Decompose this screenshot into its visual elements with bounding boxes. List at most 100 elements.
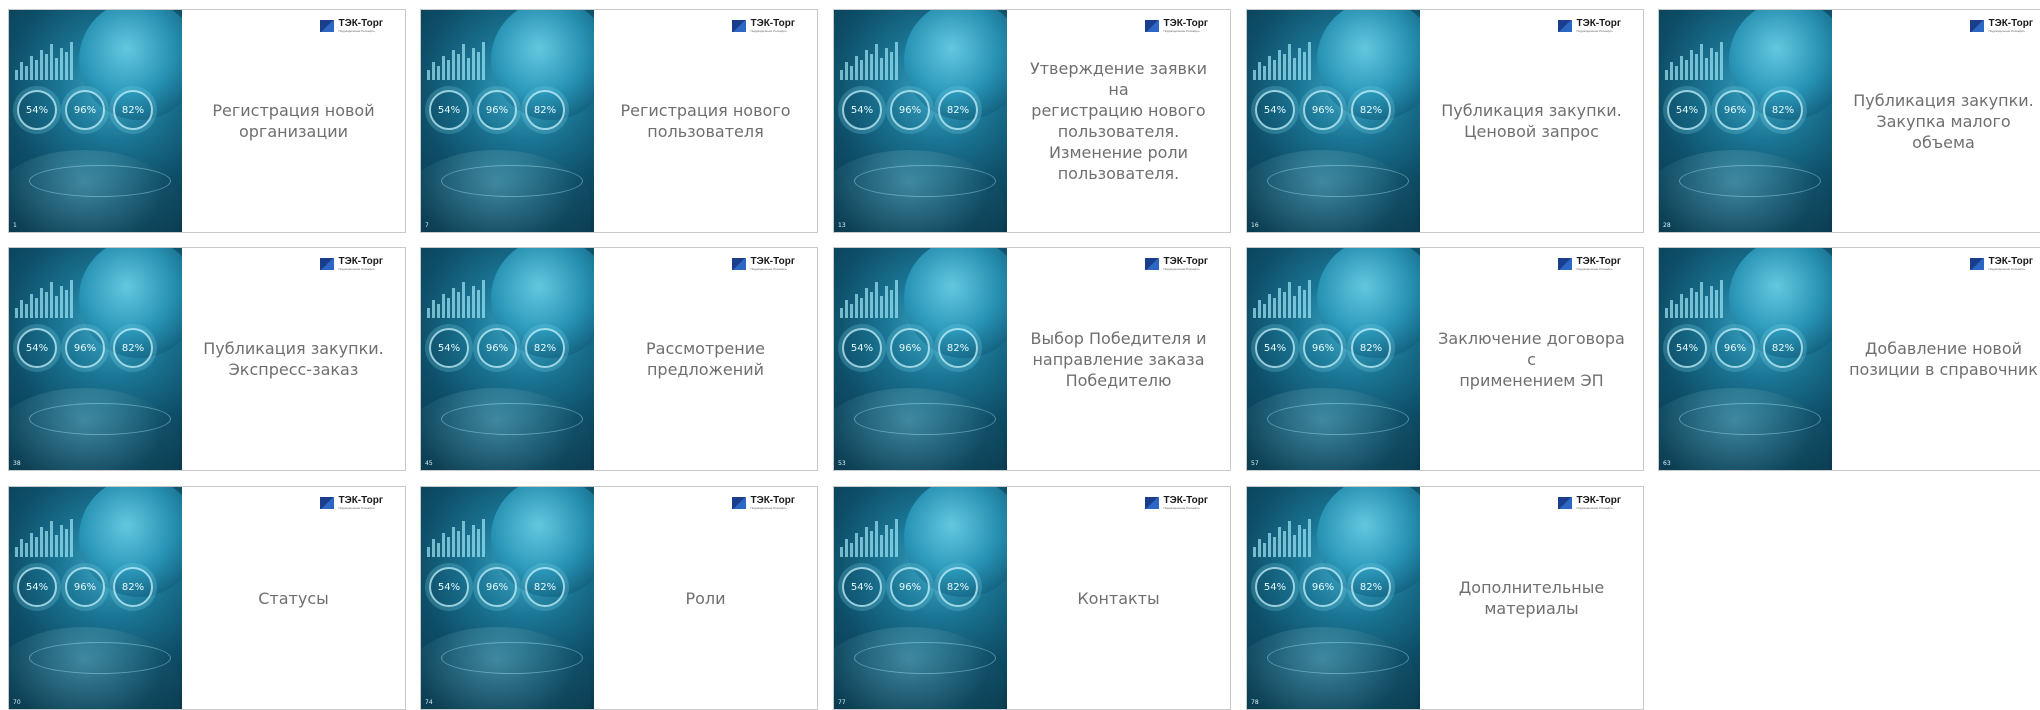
dial-gauge: 54% xyxy=(842,567,882,607)
slide-cover-image: 54% 96% 82% 45 xyxy=(421,248,594,470)
slide-cover-image: 54% 96% 82% 74 xyxy=(421,487,594,709)
brand-name: ТЭК-Торг xyxy=(1988,256,2033,267)
brand-tagline: Подразделение Роснефть xyxy=(1163,29,1200,33)
brand-logo-icon xyxy=(1145,258,1160,270)
dial-gauge: 54% xyxy=(1667,90,1707,130)
slide-thumbnail[interactable]: 54% 96% 82% 28 ТЭК-Торг Подразделение Роснефт… xyxy=(1658,9,2040,233)
brand-logo: ТЭК-Торг Подразделение Роснефть xyxy=(1558,19,1621,33)
bar-graphic-item xyxy=(885,525,888,557)
brand-logo-icon xyxy=(732,497,747,509)
bar-graphic-item xyxy=(885,48,888,80)
dial-gauge: 54% xyxy=(1667,328,1707,368)
bar-graphic-item xyxy=(1695,292,1698,318)
ripple-graphic xyxy=(1267,642,1409,674)
bar-graphic-item xyxy=(1298,286,1301,318)
slide-number: 63 xyxy=(1663,460,1671,467)
dial-gauge: 96% xyxy=(1303,567,1343,607)
bar-graphic-item xyxy=(1293,58,1296,80)
bar-graphic xyxy=(15,278,75,318)
bar-graphic xyxy=(1253,278,1313,318)
slide-cover-image: 54% 96% 82% 16 xyxy=(1247,10,1420,232)
brand-tagline: Подразделение Роснефть xyxy=(1988,29,2025,33)
bar-graphic-item xyxy=(1288,521,1291,557)
slide-thumbnail[interactable]: 54% 96% 82% 38 ТЭК-Торг Подразделение Роснефт… xyxy=(8,247,406,471)
bar-graphic-item xyxy=(467,296,470,318)
dial-gauge: 54% xyxy=(429,567,469,607)
bar-graphic-item xyxy=(442,56,445,80)
brand-tagline: Подразделение Роснефть xyxy=(338,29,375,33)
bar-graphic-item xyxy=(1258,300,1261,318)
dial-gauge: 96% xyxy=(1715,328,1755,368)
bar-graphic-item xyxy=(70,280,73,318)
ripple-graphic xyxy=(854,642,996,674)
dial-gauge: 82% xyxy=(938,567,978,607)
bar-graphic-item xyxy=(65,52,68,80)
bar-graphic-item xyxy=(427,308,430,318)
bar-graphic-item xyxy=(1283,292,1286,318)
bar-graphic-item xyxy=(1705,296,1708,318)
slide-title: Регистрация нового пользователя xyxy=(620,101,791,141)
ripple-graphic xyxy=(1267,165,1409,197)
bar-graphic-item xyxy=(482,519,485,557)
slide-title: Заключение договора с применением ЭП xyxy=(1438,328,1625,390)
brand-logo: ТЭК-Торг Подразделение Роснефть xyxy=(320,257,383,271)
slide-thumbnail[interactable]: 54% 96% 82% 77 ТЭК-Торг Подразделение Роснефт… xyxy=(833,486,1231,710)
bar-graphic-item xyxy=(482,42,485,80)
slide-thumbnail[interactable]: 54% 96% 82% 1 ТЭК-Торг Подразделение Роснефть… xyxy=(8,9,406,233)
slide-title: Публикация закупки. Закупка малого объем… xyxy=(1853,90,2034,152)
brand-tagline: Подразделение Роснефть xyxy=(750,506,787,510)
slide-thumbnail[interactable]: 54% 96% 82% 53 ТЭК-Торг Подразделение Роснефт… xyxy=(833,247,1231,471)
brand-name: ТЭК-Торг xyxy=(1576,256,1621,267)
brand-name: ТЭК-Торг xyxy=(1576,495,1621,506)
slide-thumbnail[interactable]: 54% 96% 82% 45 ТЭК-Торг Подразделение Роснефт… xyxy=(420,247,818,471)
slide-thumbnail[interactable]: 54% 96% 82% 74 ТЭК-Торг Подразделение Роснефт… xyxy=(420,486,818,710)
bar-graphic-item xyxy=(1685,298,1688,318)
bar-graphic-item xyxy=(477,52,480,80)
brand-logo: ТЭК-Торг Подразделение Роснефть xyxy=(320,496,383,510)
bar-graphic-item xyxy=(437,66,440,80)
bar-graphic-item xyxy=(850,66,853,80)
brand-logo-icon xyxy=(1558,497,1573,509)
bar-graphic-item xyxy=(65,529,68,557)
bar-graphic-item xyxy=(457,54,460,80)
dial-gauge: 96% xyxy=(477,90,517,130)
bar-graphic-item xyxy=(1303,290,1306,318)
bar-graphic-item xyxy=(1253,70,1256,80)
bar-graphic-item xyxy=(880,58,883,80)
bar-graphic-item xyxy=(447,298,450,318)
bar-graphic-item xyxy=(890,290,893,318)
bar-graphic-item xyxy=(40,288,43,318)
bar-graphic-item xyxy=(895,42,898,80)
bar-graphic-item xyxy=(1308,519,1311,557)
slide-number: 16 xyxy=(1251,222,1259,229)
ripple-graphic xyxy=(29,642,171,674)
bar-graphic-item xyxy=(1283,54,1286,80)
slide-cover-image: 54% 96% 82% 13 xyxy=(834,10,1007,232)
bar-graphic-item xyxy=(1670,300,1673,318)
bar-graphic-item xyxy=(452,527,455,557)
slide-thumbnail[interactable]: 54% 96% 82% 57 ТЭК-Торг Подразделение Роснефт… xyxy=(1246,247,1644,471)
bar-graphic-item xyxy=(1308,280,1311,318)
slide-number: 7 xyxy=(425,222,429,229)
bar-graphic-item xyxy=(875,521,878,557)
slide-thumbnail[interactable]: 54% 96% 82% 13 ТЭК-Торг Подразделение Роснефт… xyxy=(833,9,1231,233)
brand-name: ТЭК-Торг xyxy=(750,18,795,29)
bar-graphic-item xyxy=(1268,533,1271,557)
bar-graphic-item xyxy=(1680,294,1683,318)
dial-gauge: 96% xyxy=(890,567,930,607)
brand-logo: ТЭК-Торг Подразделение Роснефть xyxy=(1145,257,1208,271)
bar-graphic-item xyxy=(865,288,868,318)
slide-thumbnail[interactable]: 54% 96% 82% 78 ТЭК-Торг Подразделение Роснефт… xyxy=(1246,486,1644,710)
bar-graphic-item xyxy=(35,298,38,318)
bar-graphic xyxy=(1665,40,1725,80)
slide-thumbnail[interactable]: 54% 96% 82% 16 ТЭК-Торг Подразделение Роснефт… xyxy=(1246,9,1644,233)
brand-logo: ТЭК-Торг Подразделение Роснефть xyxy=(1145,19,1208,33)
slide-thumbnail[interactable]: 54% 96% 82% 70 ТЭК-Торг Подразделение Роснефт… xyxy=(8,486,406,710)
ripple-graphic xyxy=(1679,165,1821,197)
bar-graphic-item xyxy=(1258,62,1261,80)
bar-graphic-item xyxy=(1253,308,1256,318)
slide-number: 1 xyxy=(13,222,17,229)
bar-graphic-item xyxy=(1263,543,1266,557)
slide-thumbnail[interactable]: 54% 96% 82% 7 ТЭК-Торг Подразделение Роснефть… xyxy=(420,9,818,233)
slide-thumbnail[interactable]: 54% 96% 82% 63 ТЭК-Торг Подразделение Роснефт… xyxy=(1658,247,2040,471)
